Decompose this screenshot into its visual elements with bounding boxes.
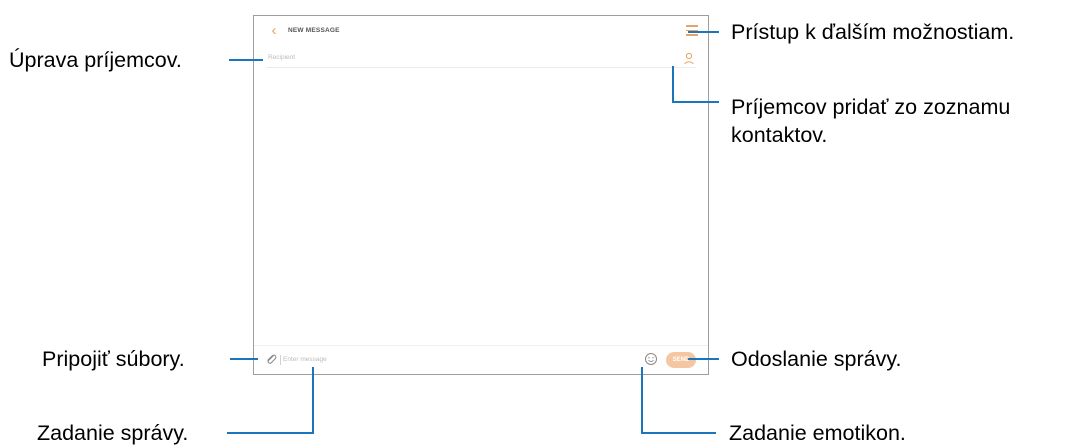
chevron-left-icon[interactable]: ‹	[266, 21, 282, 41]
recipient-field[interactable]: Recipient	[266, 51, 696, 68]
recipient-placeholder: Recipient	[268, 54, 296, 61]
contact-icon[interactable]	[682, 51, 696, 65]
compose-bar: Enter message SEND	[254, 345, 708, 374]
screen-title: NEW MESSAGE	[288, 27, 340, 34]
callout-send-message: Odoslanie správy.	[731, 347, 902, 371]
menu-icon[interactable]	[686, 25, 698, 37]
callout-enter-message: Zadanie správy.	[37, 421, 189, 445]
emoji-icon[interactable]	[644, 352, 658, 366]
callout-attach-files: Pripojiť súbory.	[42, 347, 185, 371]
callout-add-from-contacts: Príjemcov pridať zo zoznamu kontaktov.	[731, 95, 1011, 147]
send-button[interactable]: SEND	[666, 352, 696, 368]
paperclip-icon[interactable]	[264, 352, 278, 366]
callout-more-options: Prístup k ďalším možnostiam.	[731, 20, 1015, 44]
message-input[interactable]: Enter message	[280, 355, 327, 365]
top-bar: ‹ NEW MESSAGE	[254, 16, 708, 48]
callout-edit-recipients: Úprava príjemcov.	[9, 48, 182, 72]
message-screen: ‹ NEW MESSAGE Recipient Enter message SE…	[253, 15, 709, 375]
callout-enter-emoticons: Zadanie emotikon.	[729, 421, 906, 445]
